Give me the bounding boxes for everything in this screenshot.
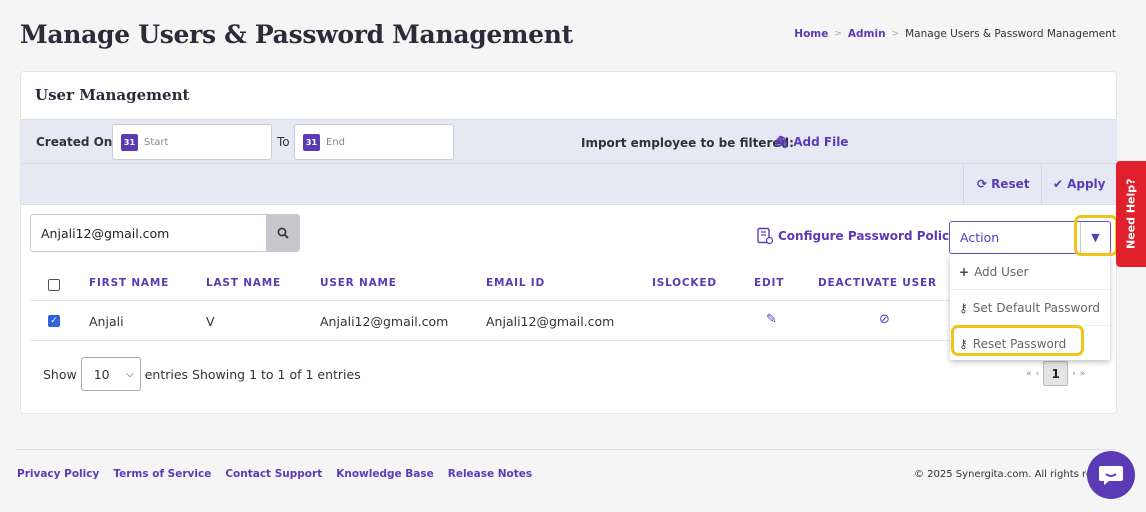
chat-button[interactable] — [1087, 451, 1135, 499]
chevron-right-icon: > — [891, 29, 900, 39]
chevron-right-icon: > — [834, 29, 842, 39]
to-label: To — [277, 135, 290, 149]
calendar-icon: 31 — [303, 133, 320, 151]
footer-link-knowledge[interactable]: Knowledge Base — [336, 468, 434, 480]
menu-item-label: Set Default Password — [972, 300, 1101, 315]
configure-password-policy-button[interactable]: Configure Password Policy — [756, 227, 957, 245]
key-icon: ⚷ — [959, 300, 968, 315]
apply-button[interactable]: ✔ Apply — [1053, 177, 1105, 191]
add-file-button[interactable]: 🖇 Add File — [774, 135, 848, 149]
deactivate-icon[interactable]: ⊘ — [879, 312, 890, 327]
prev-page-icon[interactable]: ‹ — [1036, 369, 1040, 379]
footer-link-privacy[interactable]: Privacy Policy — [17, 468, 99, 480]
col-first-name[interactable]: FIRST NAME — [89, 277, 169, 289]
card-title: User Management — [35, 86, 190, 104]
breadcrumb-home[interactable]: Home — [794, 28, 828, 40]
search-box: Anjali12@gmail.com — [30, 214, 300, 252]
chat-icon — [1099, 466, 1123, 485]
highlight-reset-password — [951, 325, 1084, 356]
footer-links: Privacy Policy Terms of Service Contact … — [17, 468, 532, 480]
need-help-tab[interactable]: Need Help? — [1116, 161, 1146, 267]
cell-first-name: Anjali — [89, 314, 124, 329]
page-size-value: 10 — [93, 366, 110, 382]
footer-divider — [16, 449, 1116, 450]
cell-last-name: V — [206, 314, 215, 329]
col-last-name[interactable]: LAST NAME — [206, 277, 281, 289]
reset-button[interactable]: ⟳ Reset — [977, 177, 1029, 191]
add-file-label: Add File — [793, 135, 849, 149]
paperclip-icon: 🖇 — [774, 135, 790, 149]
col-islocked[interactable]: ISLOCKED — [652, 277, 717, 289]
divider — [30, 300, 1105, 301]
last-page-icon[interactable]: » — [1080, 369, 1086, 379]
start-date-placeholder: Start — [144, 136, 169, 148]
page-size-select[interactable]: 10 ⌵ — [80, 357, 141, 391]
end-date-field[interactable]: 31 End — [294, 124, 454, 160]
copyright: © 2025 Synergita.com. All rights re — [914, 469, 1093, 480]
breadcrumb: Home > Admin > Manage Users & Password M… — [794, 28, 1116, 40]
select-all-checkbox[interactable] — [48, 279, 60, 291]
check-circle-icon: ✔ — [1053, 177, 1064, 191]
refresh-icon: ⟳ — [977, 177, 988, 191]
edit-icon[interactable]: ✎ — [766, 312, 777, 327]
start-date-field[interactable]: 31 Start — [112, 124, 272, 160]
filter-bar: Created On: 31 Start To 31 End Import em… — [21, 119, 1116, 205]
divider — [963, 164, 964, 205]
col-edit: EDIT — [754, 277, 785, 289]
menu-item-set-default-password[interactable]: ⚷ Set Default Password — [950, 290, 1110, 326]
apply-label: Apply — [1067, 177, 1106, 191]
action-label: Action — [960, 230, 1000, 245]
page-title: Manage Users & Password Management — [20, 20, 573, 49]
created-on-label: Created On: — [36, 135, 118, 149]
next-page-icon[interactable]: › — [1072, 369, 1076, 379]
calendar-icon: 31 — [121, 133, 138, 151]
show-label: Show — [43, 366, 77, 382]
plus-icon: + — [959, 264, 970, 279]
first-page-icon[interactable]: « — [1026, 369, 1032, 379]
menu-item-add-user[interactable]: + Add User — [950, 254, 1110, 290]
configure-label: Configure Password Policy — [778, 229, 957, 243]
menu-item-label: Add User — [974, 264, 1029, 279]
policy-document-icon — [757, 227, 774, 245]
divider — [21, 163, 1116, 164]
footer-link-support[interactable]: Contact Support — [225, 468, 322, 480]
end-date-placeholder: End — [326, 136, 346, 148]
breadcrumb-admin[interactable]: Admin — [848, 28, 886, 40]
search-icon — [277, 227, 289, 239]
footer-link-release[interactable]: Release Notes — [448, 468, 532, 480]
search-input[interactable]: Anjali12@gmail.com — [31, 215, 266, 251]
cell-user-name: Anjali12@gmail.com — [320, 314, 449, 329]
col-user-name[interactable]: USER NAME — [320, 277, 397, 289]
divider — [1041, 164, 1042, 205]
col-deactivate-user: DEACTIVATE USER — [818, 277, 937, 289]
chevron-down-icon: ⌵ — [126, 368, 134, 380]
page-button[interactable]: 1 — [1043, 361, 1069, 386]
pagination: « ‹ 1 › » — [1026, 361, 1085, 386]
user-management-card: User Management Created On: 31 Start To … — [20, 71, 1118, 414]
highlight-dropdown-toggle — [1074, 215, 1118, 256]
search-button[interactable] — [266, 215, 299, 251]
reset-label: Reset — [991, 177, 1030, 191]
row-checkbox[interactable]: ✓ — [48, 315, 60, 327]
breadcrumb-current: Manage Users & Password Management — [905, 28, 1116, 40]
cell-email: Anjali12@gmail.com — [486, 314, 615, 329]
import-label: Import employee to be filtered: — [581, 136, 794, 150]
col-email-id[interactable]: EMAIL ID — [486, 277, 545, 289]
divider — [30, 340, 1105, 341]
footer-link-terms[interactable]: Terms of Service — [113, 468, 211, 480]
page-size-control: Show 10 ⌵ entries Showing 1 to 1 of 1 en… — [43, 357, 361, 391]
entries-info: entries Showing 1 to 1 of 1 entries — [144, 366, 361, 382]
